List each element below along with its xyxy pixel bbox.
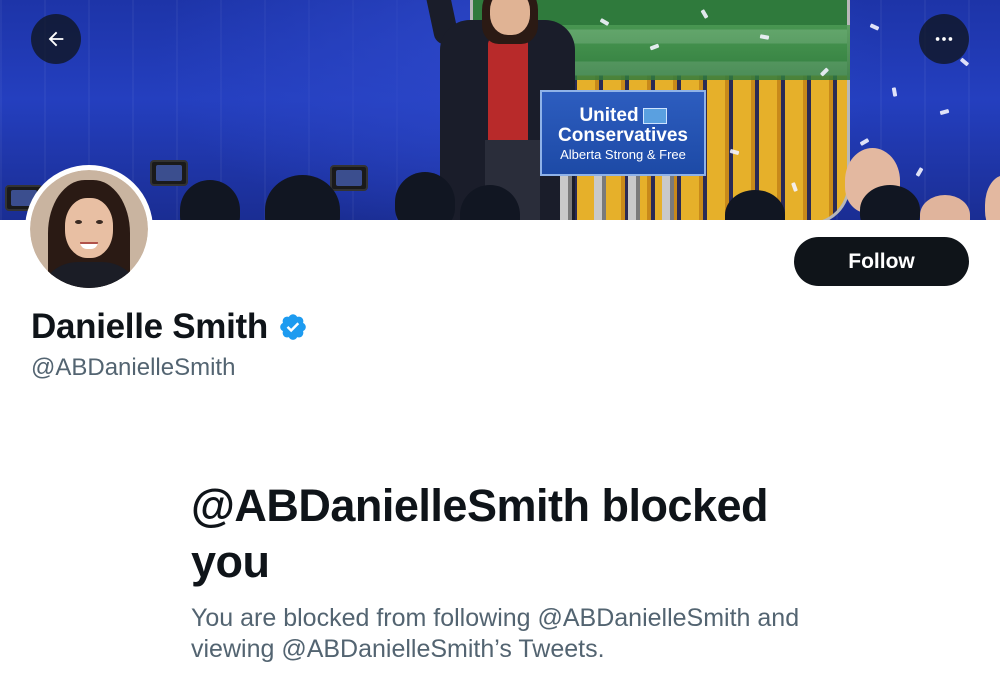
blocked-title: @ABDanielleSmith blocked you xyxy=(191,480,769,587)
profile-banner[interactable]: United Conservatives Alberta Strong & Fr… xyxy=(0,0,1000,220)
phone-camera xyxy=(330,165,368,191)
crowd-head xyxy=(985,175,1000,220)
confetti xyxy=(939,108,950,116)
profile-avatar[interactable] xyxy=(25,165,153,293)
podium-sign: United Conservatives Alberta Strong & Fr… xyxy=(540,90,706,176)
podium-line2: Conservatives xyxy=(558,125,688,146)
flag-icon xyxy=(642,107,667,124)
more-horizontal-icon xyxy=(935,37,953,41)
podium-line1: United xyxy=(579,105,639,126)
profile-handle: @ABDanielleSmith xyxy=(31,354,236,381)
confetti xyxy=(859,138,870,146)
confetti xyxy=(869,23,880,31)
confetti xyxy=(959,57,970,67)
confetti xyxy=(891,87,898,97)
verified-badge-icon[interactable] xyxy=(278,312,308,342)
follow-button[interactable]: Follow xyxy=(794,237,969,286)
podium-line3: Alberta Strong & Free xyxy=(560,147,686,162)
crowd-head xyxy=(265,175,340,220)
podium-stand xyxy=(560,176,686,220)
arrow-left-icon xyxy=(48,31,64,47)
display-name: Danielle Smith xyxy=(31,307,308,347)
display-name-text: Danielle Smith xyxy=(31,307,268,346)
back-button[interactable] xyxy=(31,14,81,64)
crowd-head xyxy=(180,180,240,220)
phone-camera xyxy=(150,160,188,186)
more-options-button[interactable] xyxy=(919,14,969,64)
crowd-hands xyxy=(920,195,970,220)
confetti xyxy=(915,167,924,177)
blocked-description: You are blocked from following @ABDaniel… xyxy=(191,604,800,663)
